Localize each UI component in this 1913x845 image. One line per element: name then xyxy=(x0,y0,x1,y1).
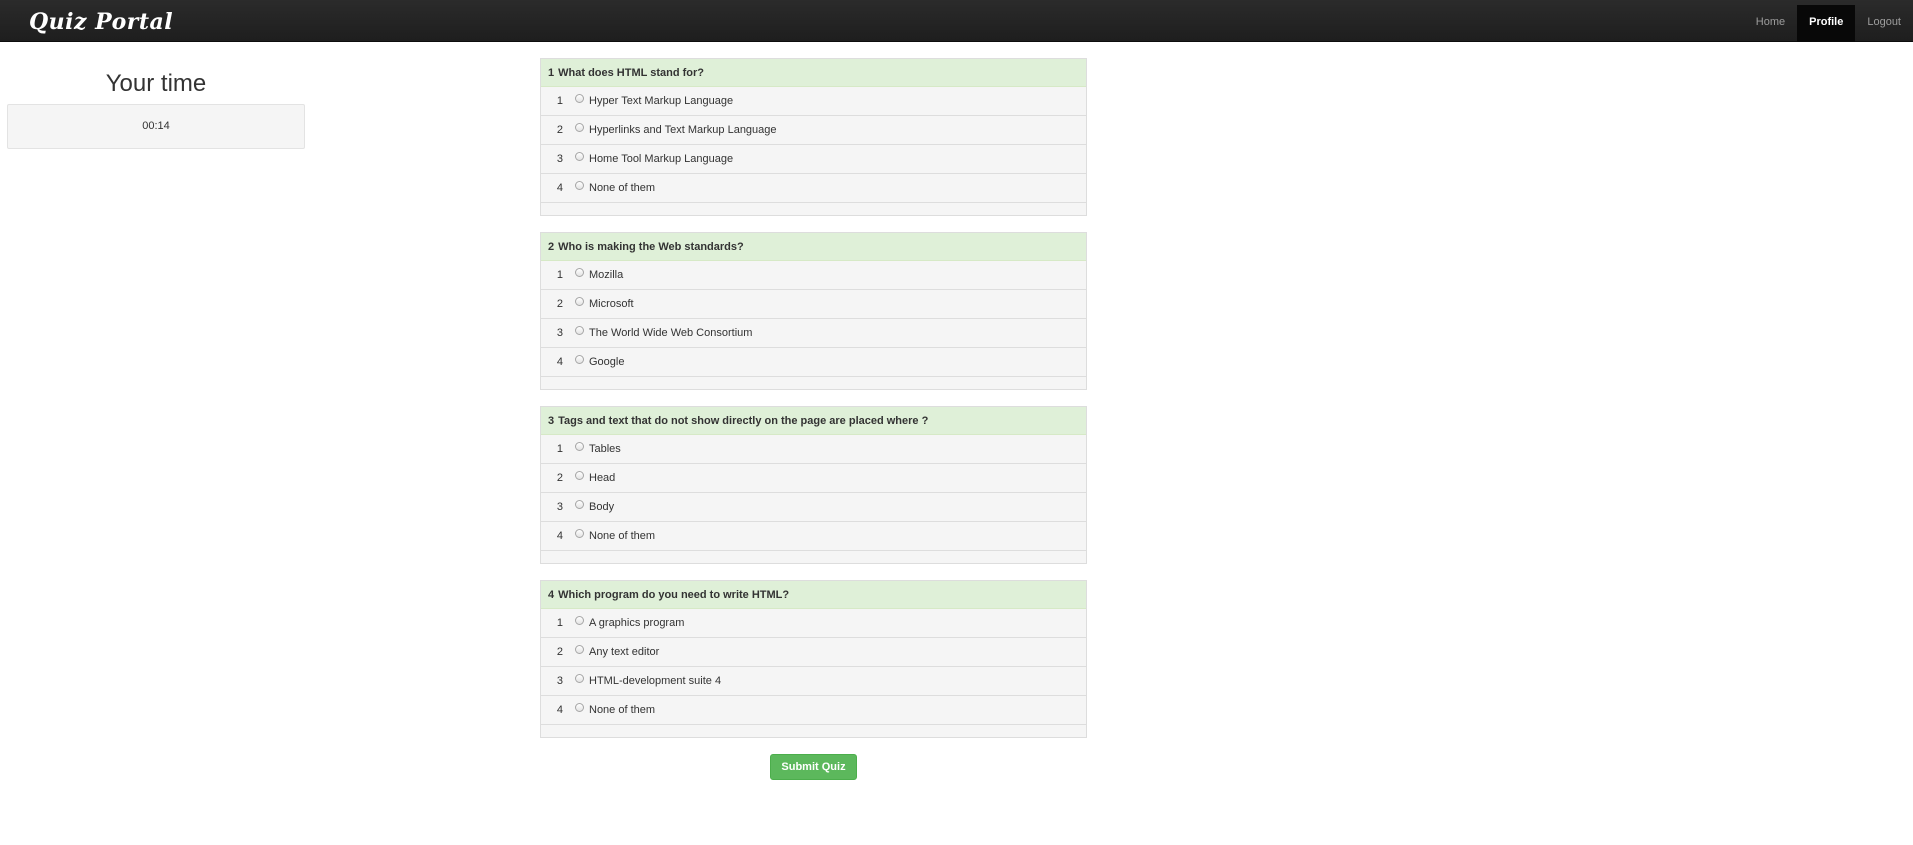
answer-option[interactable]: 4 None of them xyxy=(541,696,1086,725)
option-radio[interactable] xyxy=(575,325,584,335)
option-index: 4 xyxy=(556,182,563,194)
question-footer xyxy=(541,725,1086,737)
question-number: 2 xyxy=(548,241,555,253)
option-index: 1 xyxy=(556,443,563,455)
option-radio[interactable] xyxy=(575,267,584,277)
answer-option[interactable]: 1 A graphics program xyxy=(541,609,1086,638)
option-radio[interactable] xyxy=(575,470,584,480)
answer-option[interactable]: 3 Home Tool Markup Language xyxy=(541,145,1086,174)
option-label[interactable]: Mozilla xyxy=(589,261,623,289)
option-label[interactable]: None of them xyxy=(589,174,655,202)
option-index: 3 xyxy=(556,327,563,339)
answer-option[interactable]: 3 The World Wide Web Consortium xyxy=(541,319,1086,348)
question-heading: 4 Which program do you need to write HTML… xyxy=(541,581,1086,609)
option-label[interactable]: Head xyxy=(589,464,615,492)
option-index: 3 xyxy=(556,501,563,513)
answer-option[interactable]: 1 Tables xyxy=(541,435,1086,464)
option-label[interactable]: Google xyxy=(589,348,624,376)
answer-option[interactable]: 1 Hyper Text Markup Language xyxy=(541,87,1086,116)
option-index: 3 xyxy=(556,675,563,687)
question-number: 1 xyxy=(548,67,555,79)
answer-option[interactable]: 3 HTML-development suite 4 xyxy=(541,667,1086,696)
option-radio[interactable] xyxy=(575,441,584,451)
nav-home-link[interactable]: Home xyxy=(1744,5,1797,42)
question-text: Tags and text that do not show directly … xyxy=(558,415,929,427)
option-label[interactable]: Microsoft xyxy=(589,290,634,318)
question-heading: 3 Tags and text that do not show directly… xyxy=(541,407,1086,435)
option-radio[interactable] xyxy=(575,499,584,509)
answer-option[interactable]: 2 Microsoft xyxy=(541,290,1086,319)
option-radio[interactable] xyxy=(575,615,584,625)
question-number: 3 xyxy=(548,415,555,427)
timer-panel: Your time 00:14 xyxy=(7,70,305,149)
option-index: 4 xyxy=(556,356,563,368)
option-radio[interactable] xyxy=(575,673,584,683)
option-index: 4 xyxy=(556,530,563,542)
option-index: 2 xyxy=(556,646,563,658)
option-index: 2 xyxy=(556,124,563,136)
option-label[interactable]: Tables xyxy=(589,435,621,463)
question-text: Who is making the Web standards? xyxy=(558,241,744,253)
submit-quiz-button[interactable]: Submit Quiz xyxy=(770,754,857,780)
question-text: Which program do you need to write HTML? xyxy=(558,589,790,601)
option-radio[interactable] xyxy=(575,151,584,161)
option-label[interactable]: HTML-development suite 4 xyxy=(589,667,721,695)
question-text: What does HTML stand for? xyxy=(558,67,704,79)
option-radio[interactable] xyxy=(575,528,584,538)
option-radio[interactable] xyxy=(575,296,584,306)
top-navbar: Quiz Portal Home Profile Logout xyxy=(0,0,1913,42)
answer-option[interactable]: 2 Any text editor xyxy=(541,638,1086,667)
answer-option[interactable]: 4 Google xyxy=(541,348,1086,377)
nav-links: Home Profile Logout xyxy=(1744,5,1913,42)
option-label[interactable]: None of them xyxy=(589,522,655,550)
question-card: 1 What does HTML stand for? 1 Hyper Text M… xyxy=(540,58,1087,216)
question-card: 2 Who is making the Web standards? 1 Mozil… xyxy=(540,232,1087,390)
option-radio[interactable] xyxy=(575,180,584,190)
option-index: 1 xyxy=(556,269,563,281)
option-label[interactable]: Body xyxy=(589,493,614,521)
answer-option[interactable]: 2 Hyperlinks and Text Markup Language xyxy=(541,116,1086,145)
option-index: 2 xyxy=(556,472,563,484)
question-number: 4 xyxy=(548,589,555,601)
option-radio[interactable] xyxy=(575,93,584,103)
option-label[interactable]: Any text editor xyxy=(589,638,659,666)
timer-title: Your time xyxy=(105,70,207,97)
question-heading: 1 What does HTML stand for? xyxy=(541,59,1086,87)
answer-option[interactable]: 3 Body xyxy=(541,493,1086,522)
timer-display: 00:14 xyxy=(7,104,305,149)
answer-option[interactable]: 2 Head xyxy=(541,464,1086,493)
option-label[interactable]: None of them xyxy=(589,696,655,724)
option-radio[interactable] xyxy=(575,702,584,712)
answer-option[interactable]: 4 None of them xyxy=(541,522,1086,551)
option-radio[interactable] xyxy=(575,644,584,654)
option-index: 2 xyxy=(556,298,563,310)
question-footer xyxy=(541,551,1086,563)
option-index: 1 xyxy=(556,95,563,107)
question-heading: 2 Who is making the Web standards? xyxy=(541,233,1086,261)
option-index: 4 xyxy=(556,704,563,716)
option-index: 3 xyxy=(556,153,563,165)
option-radio[interactable] xyxy=(575,122,584,132)
question-card: 4 Which program do you need to write HTML… xyxy=(540,580,1087,738)
option-index: 1 xyxy=(556,617,563,629)
answer-option[interactable]: 1 Mozilla xyxy=(541,261,1086,290)
submit-container: Submit Quiz xyxy=(540,754,1087,780)
option-label[interactable]: The World Wide Web Consortium xyxy=(589,319,752,347)
nav-logout-link[interactable]: Logout xyxy=(1855,5,1913,42)
question-card: 3 Tags and text that do not show directly… xyxy=(540,406,1087,564)
option-label[interactable]: A graphics program xyxy=(589,609,684,637)
question-footer xyxy=(541,377,1086,389)
option-radio[interactable] xyxy=(575,354,584,364)
brand-logo[interactable]: Quiz Portal xyxy=(29,9,173,35)
option-label[interactable]: Home Tool Markup Language xyxy=(589,145,733,173)
quiz-form: 1 What does HTML stand for? 1 Hyper Text M… xyxy=(540,58,1087,780)
answer-option[interactable]: 4 None of them xyxy=(541,174,1086,203)
option-label[interactable]: Hyper Text Markup Language xyxy=(589,87,733,115)
question-footer xyxy=(541,203,1086,215)
option-label[interactable]: Hyperlinks and Text Markup Language xyxy=(589,116,777,144)
nav-profile-link[interactable]: Profile xyxy=(1797,5,1856,42)
